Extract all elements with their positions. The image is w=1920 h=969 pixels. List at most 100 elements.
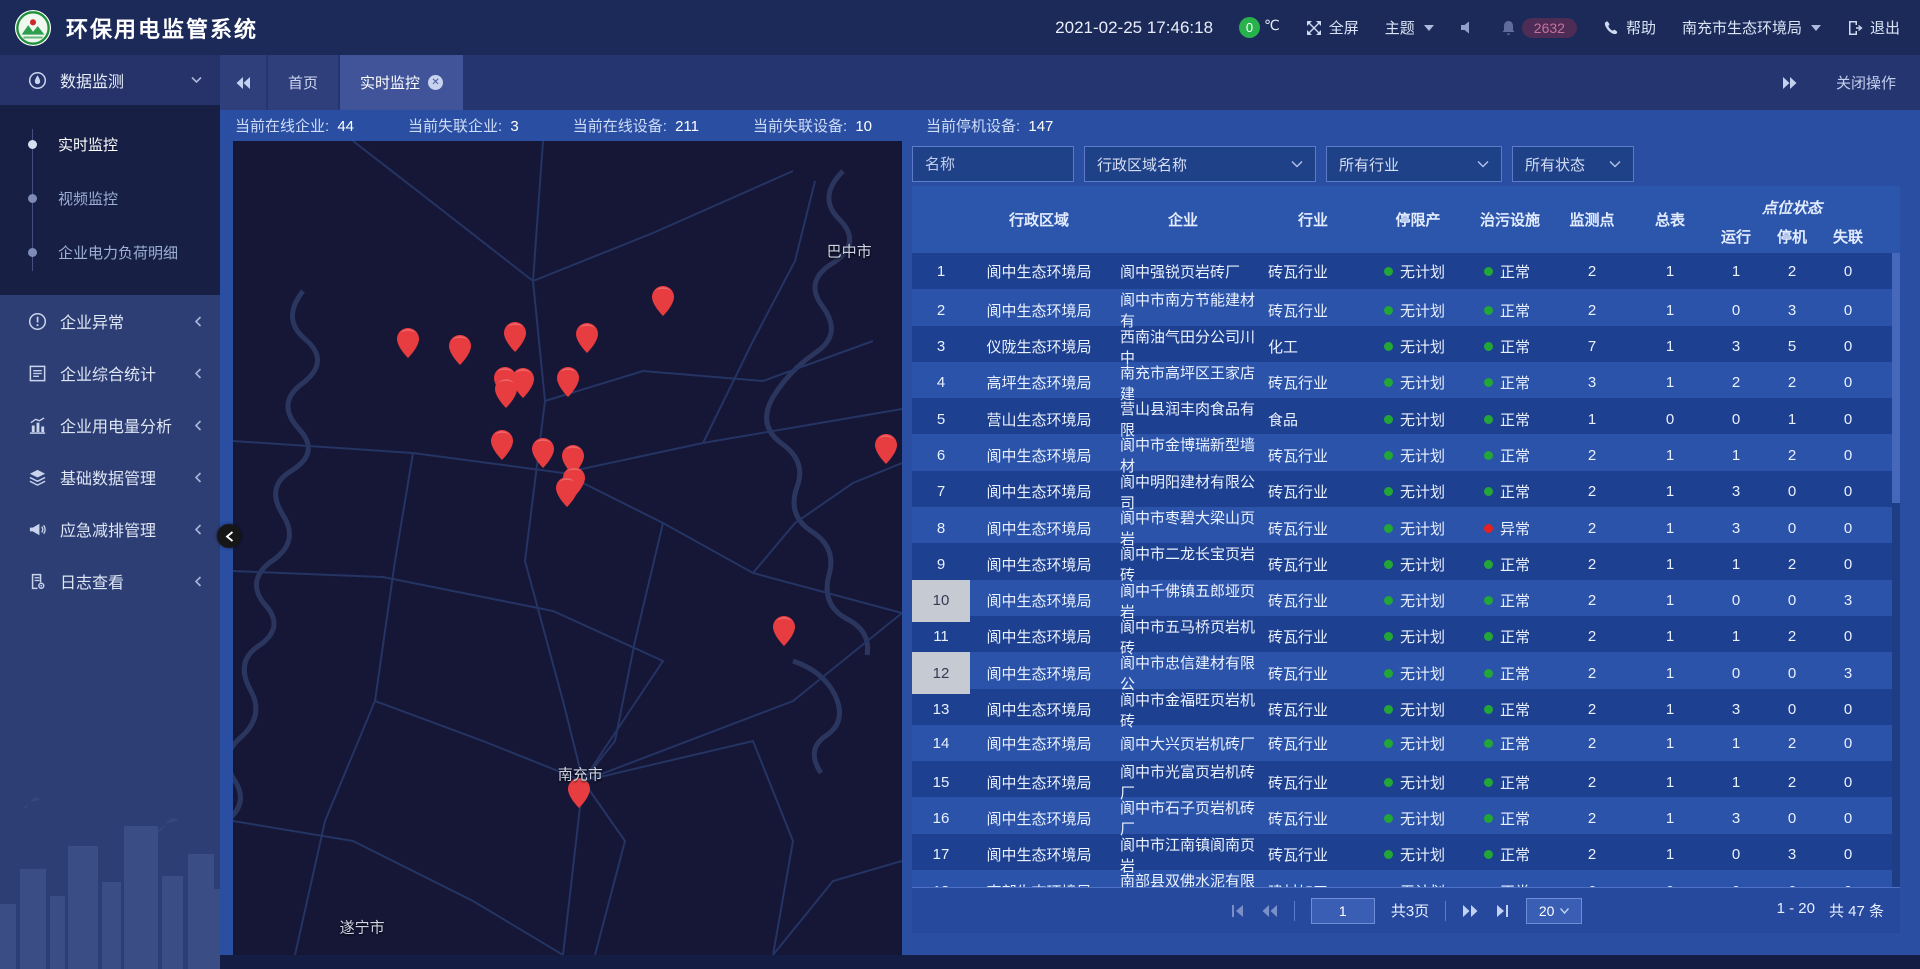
table-row[interactable]: 12阆中生态环境局阆中市忠信建材有限公砖瓦行业无计划正常21003 [912,652,1900,688]
status-dot-green [1484,342,1493,351]
sidebar-item-log-view[interactable]: 日志查看 [0,555,220,607]
table-row[interactable]: 9阆中生态环境局阆中市二龙长宝页岩砖砖瓦行业无计划正常21120 [912,543,1900,579]
tabs-scroll-right-button[interactable] [1782,76,1798,90]
next-page-button[interactable] [1462,904,1479,918]
table-row[interactable]: 10阆中生态环境局阆中千佛镇五郎垭页岩砖瓦行业无计划正常21003 [912,580,1900,616]
cell-region: 阆中生态环境局 [970,253,1108,289]
map-pin[interactable] [576,323,598,353]
pagination-bar: 1 共3页 20 1 [912,887,1900,933]
sidebar-item-company-statistics[interactable]: 企业综合统计 [0,347,220,399]
stat-item: 当前失联企业: 3 [408,115,519,136]
map-pin[interactable] [557,367,579,397]
table-row[interactable]: 8阆中生态环境局阆中市枣碧大梁山页岩砖瓦行业无计划异常21300 [912,507,1900,543]
status-dot-green [1484,814,1493,823]
table-row[interactable]: 14阆中生态环境局阆中大兴页岩机砖厂砖瓦行业无计划正常21120 [912,725,1900,761]
map-pin[interactable] [397,328,419,358]
alert-circle-icon [28,312,47,331]
row-index: 14 [912,725,970,761]
table-scrollbar[interactable] [1892,253,1900,887]
table-row[interactable]: 3仪陇生态环境局西南油气田分公司川中化工无计划正常71350 [912,326,1900,362]
theme-dropdown[interactable]: 主题 [1385,17,1434,38]
stat-value: 44 [337,118,354,135]
map-pin[interactable] [556,477,578,507]
sidebar-item-data-monitor[interactable]: 数据监测 [0,55,220,105]
notification-button[interactable]: 2632 [1501,18,1577,38]
map-pin[interactable] [449,335,471,365]
cell-lost-count: 0 [1820,870,1876,887]
table-row[interactable]: 15阆中生态环境局阆中市光富页岩机砖厂砖瓦行业无计划正常21120 [912,761,1900,797]
map-pin[interactable] [875,434,897,464]
map-pin[interactable] [652,286,674,316]
sidebar-item-base-data[interactable]: 基础数据管理 [0,451,220,503]
page-size-select[interactable]: 20 [1526,898,1582,924]
sidebar-item-power-load-detail[interactable]: 企业电力负荷明细 [0,225,220,279]
map-pin[interactable] [773,616,795,646]
sidebar-item-emergency-reduction[interactable]: 应急减排管理 [0,503,220,555]
table-row[interactable]: 7阆中生态环境局阆中明阳建材有限公司砖瓦行业无计划正常21300 [912,471,1900,507]
bell-icon [1501,20,1516,36]
sidebar-item-power-analysis[interactable]: 企业用电量分析 [0,399,220,451]
table-row[interactable]: 11阆中生态环境局阆中市五马桥页岩机砖砖瓦行业无计划正常21120 [912,616,1900,652]
status-dot-green [1384,342,1393,351]
cell-limit-status: 无计划 [1368,253,1468,289]
logout-button[interactable]: 退出 [1847,17,1900,38]
main-area: 首页 实时监控 ✕ 关闭操作 当前在线企业: 44当前失联企业: 3当前在线设备… [220,55,1920,969]
tabs-scroll-left-button[interactable] [220,55,266,110]
sidebar-item-video-monitor[interactable]: 视频监控 [0,171,220,225]
table-row[interactable]: 17阆中生态环境局阆中市江南镇阆南页岩砖瓦行业无计划正常21030 [912,834,1900,870]
app-logo-icon [14,9,52,47]
chevron-left-icon [194,368,202,379]
phone-icon [1603,20,1619,36]
map-panel[interactable]: 巴中市南充市遂宁市 [233,141,902,955]
table-row[interactable]: 18南部生态环境局南部县双佛水泥有限公建材加工无计划正常60060 [912,870,1900,887]
status-dot-green [1384,524,1393,533]
tab-home[interactable]: 首页 [268,55,338,110]
first-page-button[interactable] [1230,904,1245,918]
status-dot-green [1484,267,1493,276]
help-button[interactable]: 帮助 [1603,17,1656,38]
mute-button[interactable] [1460,20,1475,35]
cell-region: 南部生态环境局 [970,870,1108,887]
col-company: 企业 [1108,186,1258,253]
table-row[interactable]: 6阆中生态环境局阆中市金博瑞新型墙材砖瓦行业无计划正常21120 [912,434,1900,470]
status-dot-green [1384,632,1393,641]
name-filter-input[interactable] [912,146,1074,182]
cell-monitor-count: 2 [1552,253,1632,289]
sidebar-item-realtime-monitor[interactable]: 实时监控 [0,117,220,171]
close-icon[interactable]: ✕ [428,75,443,90]
table-row[interactable]: 16阆中生态环境局阆中市石子页岩机砖厂砖瓦行业无计划正常21300 [912,797,1900,833]
map-pin[interactable] [532,438,554,468]
tab-realtime-monitor[interactable]: 实时监控 ✕ [340,55,463,110]
map-pin[interactable] [504,322,526,352]
chevron-down-icon [1291,160,1303,168]
page-number-input[interactable]: 1 [1311,898,1375,924]
temperature-value: 0 [1239,17,1260,38]
table-row[interactable]: 4高坪生态环境局南充市高坪区王家店建砖瓦行业无计划正常31220 [912,362,1900,398]
chevron-left-icon [194,524,202,535]
map-roads-layer [233,141,902,955]
fullscreen-button[interactable]: 全屏 [1306,17,1359,38]
chevron-left-icon [194,420,202,431]
table-row[interactable]: 2阆中生态环境局阆中市南方节能建材有砖瓦行业无计划正常21030 [912,289,1900,325]
sidebar-item-company-abnormal[interactable]: 企业异常 [0,295,220,347]
close-operations-dropdown[interactable]: 关闭操作 [1836,72,1896,93]
map-pin[interactable] [491,430,513,460]
status-dot-green [1484,632,1493,641]
table-row[interactable]: 13阆中生态环境局阆中市金福旺页岩机砖砖瓦行业无计划正常21300 [912,689,1900,725]
chevron-left-icon [225,531,234,542]
scrollbar-thumb[interactable] [1892,253,1900,503]
last-page-button[interactable] [1495,904,1510,918]
table-row[interactable]: 1阆中生态环境局阆中强锐页岩砖厂砖瓦行业无计划正常21120 [912,253,1900,289]
table-row[interactable]: 5营山生态环境局营山县润丰肉食品有限食品无计划正常10010 [912,398,1900,434]
industry-filter-select[interactable]: 所有行业 [1326,146,1502,182]
sidebar-collapse-button[interactable] [217,524,241,548]
prev-page-button[interactable] [1261,904,1278,918]
map-pin[interactable] [495,378,517,408]
org-dropdown[interactable]: 南充市生态环境局 [1682,17,1821,38]
status-dot-green [1384,850,1393,859]
status-dot-green [1384,487,1393,496]
cell-company: 阆中大兴页岩机砖厂 [1108,725,1258,761]
temperature-indicator: 0 ℃ [1239,17,1280,38]
status-filter-select[interactable]: 所有状态 [1512,146,1634,182]
region-filter-select[interactable]: 行政区域名称 [1084,146,1316,182]
